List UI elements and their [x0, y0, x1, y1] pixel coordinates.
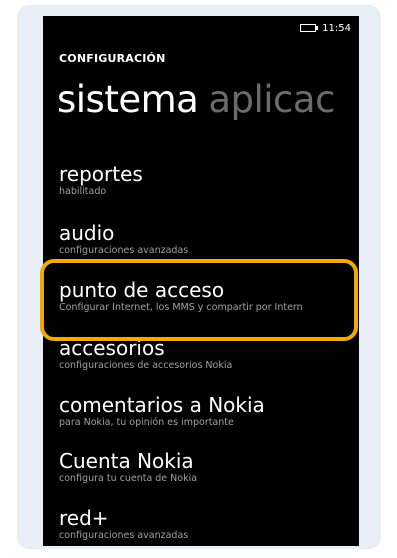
settings-item-punto-de-acceso[interactable]: punto de acceso Configurar Internet, los…	[59, 278, 359, 314]
settings-item-audio[interactable]: audio configuraciones avanzadas	[59, 221, 359, 257]
item-title: accesorios	[59, 336, 165, 360]
item-subtitle: configuraciones avanzadas	[59, 530, 189, 541]
clock: 11:54	[322, 22, 351, 34]
pivot-tab-sistema[interactable]: sistema	[57, 78, 199, 121]
section-title: CONFIGURACIÓN	[59, 52, 166, 65]
settings-item-red-plus[interactable]: red+ configuraciones avanzadas	[59, 506, 359, 542]
settings-item-accesorios[interactable]: accesorios configuraciones de accesorios…	[59, 336, 359, 372]
item-subtitle: habilitado	[59, 186, 107, 197]
pivot-header: sistema aplicac	[57, 76, 335, 124]
item-title: comentarios a Nokia	[59, 393, 265, 417]
item-subtitle: configuraciones avanzadas	[59, 245, 189, 256]
item-subtitle: configuraciones de accesorios Nokia	[59, 360, 233, 371]
settings-item-cuenta-nokia[interactable]: Cuenta Nokia configura tu cuenta de Noki…	[59, 449, 359, 485]
item-title: red+	[59, 506, 109, 530]
item-title: punto de acceso	[59, 278, 225, 302]
battery-icon	[300, 24, 319, 32]
pivot-tab-aplicaciones[interactable]: aplicac	[208, 78, 335, 121]
item-subtitle: Configurar Internet, los MMS y compartir…	[59, 302, 303, 313]
status-bar: 11:54	[300, 20, 351, 36]
item-title: audio	[59, 221, 115, 245]
item-title: reportes	[59, 162, 143, 186]
settings-item-reportes[interactable]: reportes habilitado	[59, 162, 359, 198]
settings-item-comentarios-nokia[interactable]: comentarios a Nokia para Nokia, tu opini…	[59, 393, 359, 429]
item-subtitle: para Nokia, tu opinión es importante	[59, 417, 234, 428]
phone-screen: 11:54 CONFIGURACIÓN sistema aplicac repor…	[43, 16, 359, 546]
item-subtitle: configura tu cuenta de Nokia	[59, 473, 198, 484]
item-title: Cuenta Nokia	[59, 449, 194, 473]
